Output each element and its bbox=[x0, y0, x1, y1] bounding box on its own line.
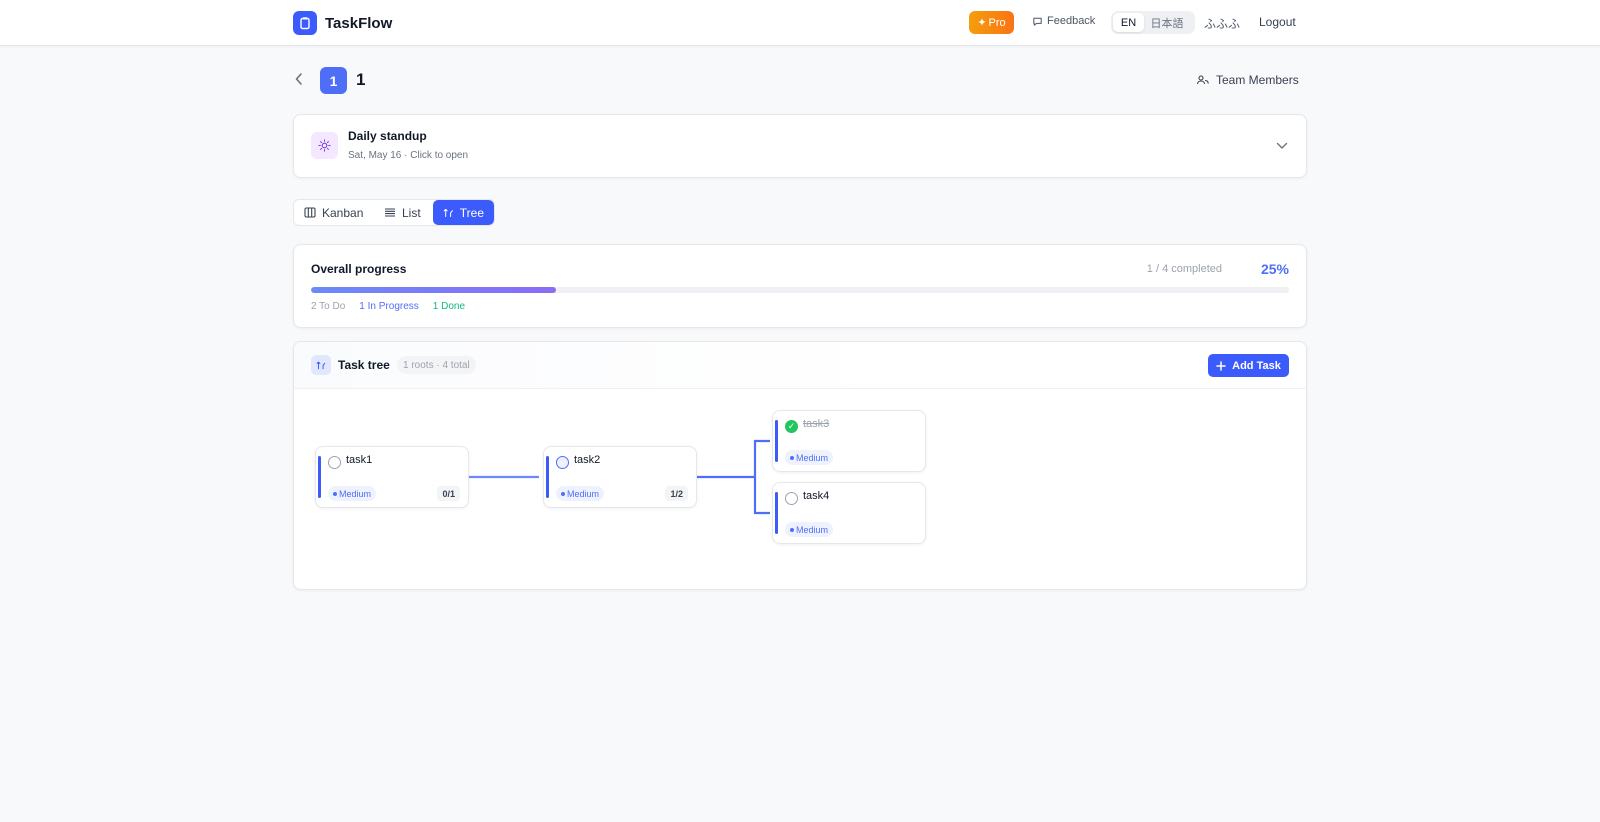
language-switcher: EN 日本語 bbox=[1111, 11, 1195, 34]
task-node[interactable]: task4 Medium bbox=[772, 482, 926, 544]
tab-list[interactable]: List bbox=[374, 200, 433, 225]
sun-icon bbox=[311, 132, 338, 159]
standup-subtitle: Sat, May 16 · Click to open bbox=[348, 150, 469, 161]
sparkle-icon: ✦ bbox=[977, 17, 987, 29]
progress-percent: 25% bbox=[1260, 261, 1289, 277]
lang-en-option[interactable]: EN bbox=[1113, 13, 1144, 32]
tab-tree-label: Tree bbox=[459, 205, 484, 220]
task-node[interactable]: task1 Medium 0/1 bbox=[315, 446, 469, 508]
node-accent-bar bbox=[775, 420, 778, 462]
task-name: task1 bbox=[346, 454, 373, 466]
priority-badge: Medium bbox=[556, 486, 605, 501]
stat-in-progress: 1 In Progress bbox=[359, 301, 419, 312]
progress-bar bbox=[311, 287, 1289, 293]
team-members-label: Team Members bbox=[1216, 73, 1299, 87]
task-name: task2 bbox=[574, 454, 601, 466]
tab-kanban[interactable]: Kanban bbox=[294, 200, 374, 225]
priority-badge: Medium bbox=[785, 522, 834, 537]
task-tree-panel: Task tree 1 roots · 4 total Add Task tas… bbox=[293, 341, 1307, 590]
users-icon bbox=[1196, 75, 1209, 85]
progress-title: Overall progress bbox=[311, 262, 407, 276]
status-circle-icon[interactable] bbox=[328, 456, 341, 469]
tab-kanban-label: Kanban bbox=[322, 205, 364, 220]
branch-icon bbox=[443, 208, 453, 218]
pro-button[interactable]: ✦ Pro bbox=[969, 11, 1014, 34]
stat-done: 1 Done bbox=[432, 301, 466, 312]
team-members-button[interactable]: Team Members bbox=[1196, 73, 1299, 87]
progress-stats: 2 To Do 1 In Progress 1 Done bbox=[311, 301, 465, 312]
tab-tree[interactable]: Tree bbox=[433, 200, 494, 225]
user-name[interactable]: ふふふ bbox=[1204, 15, 1240, 32]
view-switcher: Kanban List Tree bbox=[293, 199, 495, 226]
standup-title: Daily standup bbox=[348, 129, 427, 143]
list-icon bbox=[385, 208, 395, 217]
project-badge: 1 bbox=[320, 67, 347, 94]
task-node[interactable]: task2 Medium 1/2 bbox=[543, 446, 697, 508]
back-button[interactable] bbox=[294, 72, 304, 89]
feedback-label: Feedback bbox=[1047, 15, 1096, 27]
progress-card: Overall progress 1 / 4 completed 25% 2 T… bbox=[293, 244, 1307, 328]
task-node[interactable]: ✓ task3 Medium bbox=[772, 410, 926, 472]
chevron-left-icon bbox=[295, 73, 302, 85]
feedback-button[interactable]: Feedback bbox=[1032, 15, 1095, 27]
columns-icon bbox=[304, 207, 316, 218]
subtask-count: 0/1 bbox=[437, 486, 460, 501]
app-name: TaskFlow bbox=[325, 14, 393, 32]
logout-button[interactable]: Logout bbox=[1259, 15, 1296, 29]
brand[interactable]: TaskFlow bbox=[293, 11, 392, 35]
top-navbar: TaskFlow ✦ Pro Feedback EN 日本語 ふふふ Logou… bbox=[0, 0, 1600, 46]
check-circle-icon[interactable]: ✓ bbox=[785, 420, 798, 433]
subtask-count: 1/2 bbox=[665, 486, 688, 501]
chevron-down-icon[interactable] bbox=[1276, 138, 1288, 153]
lang-ja-option[interactable]: 日本語 bbox=[1144, 13, 1190, 32]
tab-list-label: List bbox=[402, 205, 421, 220]
node-accent-bar bbox=[546, 456, 549, 498]
node-accent-bar bbox=[775, 492, 778, 534]
status-in-progress-icon[interactable] bbox=[556, 456, 569, 469]
edge-task2-task3 bbox=[693, 439, 770, 479]
standup-card[interactable]: Daily standup Sat, May 16 · Click to ope… bbox=[293, 114, 1307, 178]
node-accent-bar bbox=[318, 456, 321, 498]
task-name: task4 bbox=[803, 490, 830, 502]
project-title: 1 bbox=[356, 70, 366, 89]
stat-todo: 2 To Do bbox=[311, 301, 346, 312]
pro-label: Pro bbox=[988, 16, 1006, 29]
completed-count: 1 / 4 completed bbox=[1146, 263, 1222, 275]
clipboard-logo-icon bbox=[293, 11, 317, 35]
priority-badge: Medium bbox=[328, 486, 377, 501]
edge-task2-task4 bbox=[753, 477, 770, 515]
progress-bar-fill bbox=[311, 287, 556, 293]
chat-bubble-icon bbox=[1033, 17, 1042, 26]
task-name: task3 bbox=[803, 418, 830, 430]
status-circle-icon[interactable] bbox=[785, 492, 798, 505]
priority-badge: Medium bbox=[785, 450, 834, 465]
